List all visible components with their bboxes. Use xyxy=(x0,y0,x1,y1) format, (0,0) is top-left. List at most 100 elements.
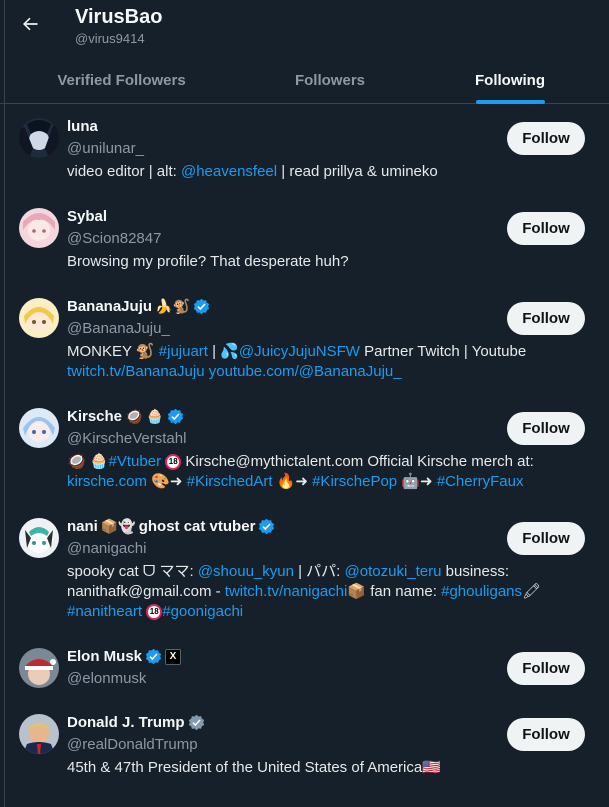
bio-text: 🤖➜ xyxy=(397,473,437,490)
x-affiliate-icon[interactable]: X xyxy=(165,648,182,665)
user-name-text: nani xyxy=(67,518,98,535)
user-bio: spooky cat ᗜ ママ: @shouu_kyun | パパ: @otoz… xyxy=(67,562,567,622)
user-row[interactable]: nani 📦👻 ghost cat vtuber @nanigachi Foll… xyxy=(0,510,609,630)
bio-mention[interactable]: @JuicyJujuNSFW xyxy=(239,343,360,360)
name-emoji: 🥥 🧁 xyxy=(125,408,164,424)
verified-badge-icon[interactable] xyxy=(167,408,184,425)
user-handle: @BananaJuju_ xyxy=(67,320,170,337)
bio-link[interactable]: kirsche.com xyxy=(67,473,147,490)
bio-hashtag[interactable]: #KirschePop xyxy=(312,473,397,490)
bio-mention[interactable]: @otozuki_teru xyxy=(345,563,442,580)
user-handle: @Scion82847 xyxy=(67,230,162,247)
avatar[interactable] xyxy=(19,408,59,448)
follow-button[interactable]: Follow xyxy=(507,212,585,245)
user-name[interactable]: Kirsche 🥥 🧁 xyxy=(67,408,184,425)
follow-button[interactable]: Follow xyxy=(507,652,585,685)
bio-text: | 💦 xyxy=(207,343,239,360)
user-bio: Browsing my profile? That desperate huh? xyxy=(67,252,567,272)
bio-hashtag[interactable]: #Vtuber xyxy=(109,453,162,470)
name-emoji: 📦👻 xyxy=(100,518,136,534)
user-name-text: Donald J. Trump xyxy=(67,714,185,731)
user-name[interactable]: Donald J. Trump xyxy=(67,714,205,731)
bio-link[interactable]: twitch.tv/BananaJuju xyxy=(67,363,205,380)
user-row[interactable]: Donald J. Trump @realDonaldTrump Follow … xyxy=(0,706,609,796)
bio-text: Kirsche@mythictalent.com Official Kirsch… xyxy=(181,453,534,470)
bio-text: spooky cat ᗜ ママ: xyxy=(67,563,198,580)
bio-hashtag[interactable]: #jujuart xyxy=(159,343,208,360)
profile-header: VirusBao @virus9414 xyxy=(0,0,609,54)
user-handle: @realDonaldTrump xyxy=(67,736,198,753)
active-tab-indicator xyxy=(476,100,545,104)
verified-badge-icon[interactable] xyxy=(145,648,162,665)
verified-badge-icon[interactable] xyxy=(258,518,275,535)
eighteen-plus-icon: 18 xyxy=(146,604,163,621)
avatar[interactable] xyxy=(19,118,59,158)
user-row[interactable]: luna @unilunar_ Follow video editor | al… xyxy=(0,110,609,190)
bio-hashtag[interactable]: #ghouligans xyxy=(441,583,522,600)
bio-text: 🖍 xyxy=(522,583,542,600)
tab-bar: Verified Followers Followers Following xyxy=(0,56,609,104)
user-bio: video editor | alt: @heavensfeel | read … xyxy=(67,162,567,182)
user-bio: 🥥 🧁#Vtuber 18 Kirsche@mythictalent.com O… xyxy=(67,452,567,492)
user-handle: @unilunar_ xyxy=(67,140,144,157)
user-name[interactable]: BananaJuju 🍌🐒 xyxy=(67,298,210,315)
user-row[interactable]: BananaJuju 🍌🐒 @BananaJuju_ Follow MONKEY… xyxy=(0,290,609,390)
follow-button[interactable]: Follow xyxy=(507,302,585,335)
profile-handle: @virus9414 xyxy=(75,31,145,46)
verified-badge-icon[interactable] xyxy=(193,298,210,315)
avatar[interactable] xyxy=(19,648,59,688)
follow-button[interactable]: Follow xyxy=(507,122,585,155)
user-name[interactable]: Elon Musk X xyxy=(67,648,182,665)
user-name-text: Elon Musk xyxy=(67,648,143,665)
user-handle: @nanigachi xyxy=(67,540,147,557)
bio-mention[interactable]: @shouu_kyun xyxy=(198,563,294,580)
avatar[interactable] xyxy=(19,208,59,248)
user-name-text: BananaJuju xyxy=(67,298,153,315)
eighteen-plus-icon: 18 xyxy=(165,454,182,471)
bio-text: video editor | alt: xyxy=(67,163,181,180)
bio-link[interactable]: twitch.tv/nanigachi xyxy=(225,583,348,600)
tab-followers[interactable]: Followers xyxy=(230,56,430,104)
user-name[interactable]: Sybal xyxy=(67,208,107,225)
bio-mention[interactable]: @heavensfeel xyxy=(181,163,277,180)
bio-text: 45th & 47th President of the United Stat… xyxy=(67,759,441,776)
bio-hashtag[interactable]: #nanitheart xyxy=(67,603,142,620)
gray-verified-badge-icon[interactable] xyxy=(188,714,205,731)
avatar[interactable] xyxy=(19,518,59,558)
follow-button[interactable]: Follow xyxy=(507,718,585,751)
user-name-suffix: ghost cat vtuber xyxy=(138,518,256,535)
bio-text: 📦 fan name: xyxy=(347,583,442,600)
user-name-text: Kirsche xyxy=(67,408,123,425)
user-handle: @elonmusk xyxy=(67,670,147,687)
user-row[interactable]: Sybal @Scion82847 Follow Browsing my pro… xyxy=(0,200,609,280)
bio-text: 🔥➜ xyxy=(272,473,313,490)
bio-text: 🥥 🧁 xyxy=(67,453,109,470)
bio-text: | パパ: xyxy=(293,563,345,580)
bio-hashtag[interactable]: #KirschedArt xyxy=(187,473,273,490)
user-row[interactable]: Elon Musk X @elonmusk Follow xyxy=(0,640,609,700)
user-bio: 45th & 47th President of the United Stat… xyxy=(67,758,567,778)
follow-button[interactable]: Follow xyxy=(507,412,585,445)
tab-verified-followers[interactable]: Verified Followers xyxy=(0,56,243,104)
user-name[interactable]: luna xyxy=(67,118,98,135)
bio-text: 🎨➜ xyxy=(147,473,187,490)
user-name-text: luna xyxy=(67,118,98,135)
user-name[interactable]: nani 📦👻 ghost cat vtuber xyxy=(67,518,275,535)
bio-hashtag[interactable]: #goonigachi xyxy=(162,603,243,620)
user-row[interactable]: Kirsche 🥥 🧁 @KirscheVerstahl Follow 🥥 🧁#… xyxy=(0,400,609,500)
tab-following[interactable]: Following xyxy=(410,56,609,104)
user-bio: MONKEY 🐒 #jujuart | 💦@JuicyJujuNSFW Part… xyxy=(67,342,567,382)
bio-text: Partner Twitch | Youtube xyxy=(359,343,527,360)
follow-button[interactable]: Follow xyxy=(507,522,585,555)
user-name-text: Sybal xyxy=(67,208,108,225)
avatar[interactable] xyxy=(19,714,59,754)
bio-text: | read prillya & umineko xyxy=(277,163,438,180)
bio-hashtag[interactable]: #CherryFaux xyxy=(437,473,524,490)
bio-link[interactable]: youtube.com/@BananaJuju_ xyxy=(209,363,402,380)
name-emoji: 🍌🐒 xyxy=(155,298,190,314)
avatar[interactable] xyxy=(19,298,59,338)
profile-name: VirusBao xyxy=(75,6,163,28)
arrow-left-icon xyxy=(23,17,38,31)
bio-text: MONKEY 🐒 xyxy=(67,343,159,360)
back-button[interactable] xyxy=(16,10,44,38)
